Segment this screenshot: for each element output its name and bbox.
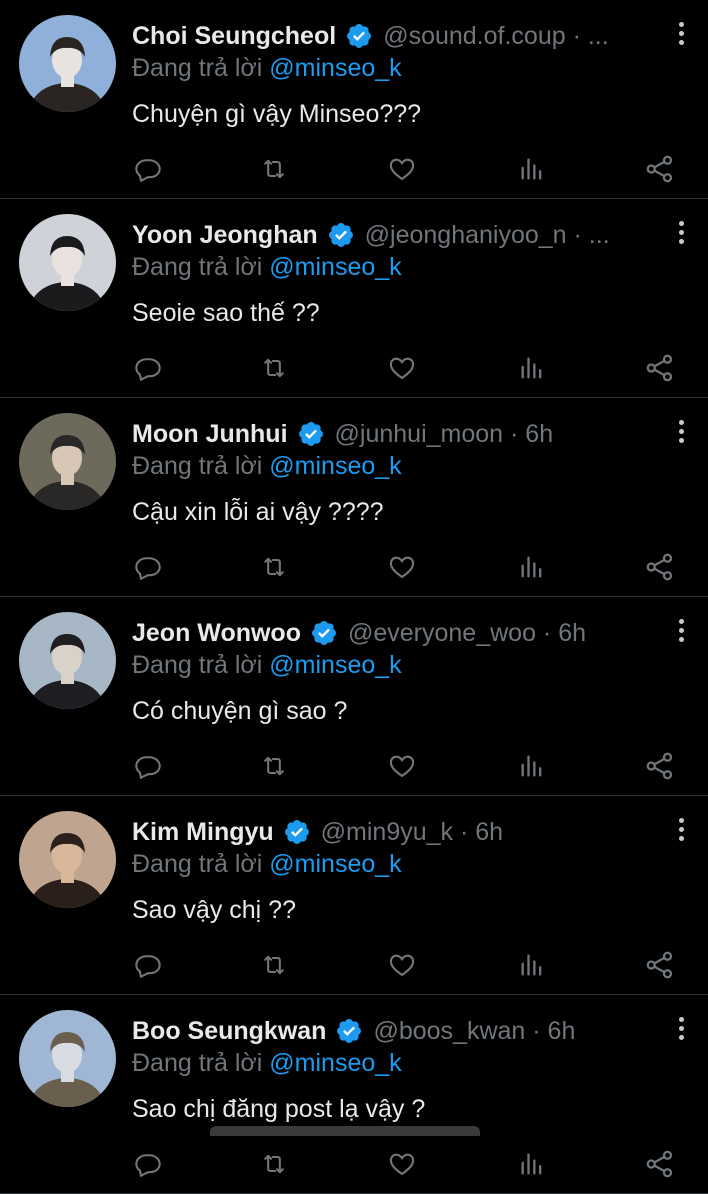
replying-label: Đang trả lời <box>132 651 263 679</box>
analytics-icon[interactable] <box>516 352 548 384</box>
retweet-icon[interactable] <box>258 551 290 583</box>
reply-icon[interactable] <box>132 153 164 185</box>
more-options-icon[interactable] <box>676 22 686 46</box>
reply-text: Cậu xin lỗi ai vậy ???? <box>132 498 384 526</box>
more-options-icon[interactable] <box>676 818 686 842</box>
more-options-icon[interactable] <box>676 420 686 444</box>
replying-to: Đang trả lời @minseo_k <box>132 850 402 879</box>
author-name[interactable]: Moon Junhui <box>132 420 288 449</box>
retweet-icon[interactable] <box>258 949 290 981</box>
avatar[interactable] <box>19 612 116 709</box>
verified-badge-icon <box>297 420 325 448</box>
mention-link[interactable]: @minseo_k <box>269 54 401 82</box>
author-handle[interactable]: @boos_kwan · 6h <box>373 1017 575 1046</box>
like-icon[interactable] <box>386 750 418 782</box>
replying-to: Đang trả lời @minseo_k <box>132 253 402 282</box>
retweet-icon[interactable] <box>258 750 290 782</box>
scroll-indicator[interactable] <box>210 1126 480 1136</box>
like-icon[interactable] <box>386 551 418 583</box>
like-icon[interactable] <box>386 1148 418 1180</box>
mention-link[interactable]: @minseo_k <box>269 253 401 281</box>
author-name[interactable]: Yoon Jeonghan <box>132 221 318 250</box>
retweet-icon[interactable] <box>258 153 290 185</box>
reply-icon[interactable] <box>132 1148 164 1180</box>
share-icon[interactable] <box>644 750 676 782</box>
action-bar <box>132 551 680 585</box>
mention-link[interactable]: @minseo_k <box>269 651 401 679</box>
avatar[interactable] <box>19 413 116 510</box>
share-icon[interactable] <box>644 352 676 384</box>
reply-feed: Choi Seungcheol @sound.of.coup · ... Đan… <box>0 0 708 1194</box>
more-options-icon[interactable] <box>676 1017 686 1041</box>
share-icon[interactable] <box>644 949 676 981</box>
analytics-icon[interactable] <box>516 750 548 782</box>
reply-text: Sao vậy chị ?? <box>132 896 296 924</box>
verified-badge-icon <box>345 22 373 50</box>
mention-link[interactable]: @minseo_k <box>269 452 401 480</box>
like-icon[interactable] <box>386 153 418 185</box>
author-handle[interactable]: @jeonghaniyoo_n · ... <box>365 221 610 250</box>
action-bar <box>132 153 680 187</box>
author-handle[interactable]: @everyone_woo · 6h <box>348 619 586 648</box>
like-icon[interactable] <box>386 352 418 384</box>
replying-to: Đang trả lời @minseo_k <box>132 54 402 83</box>
reply-tweet[interactable]: Boo Seungkwan @boos_kwan · 6h Đang trả l… <box>0 995 708 1194</box>
replying-to: Đang trả lời @minseo_k <box>132 651 402 680</box>
retweet-icon[interactable] <box>258 352 290 384</box>
author-name[interactable]: Choi Seungcheol <box>132 22 336 51</box>
analytics-icon[interactable] <box>516 551 548 583</box>
replying-label: Đang trả lời <box>132 54 263 82</box>
verified-badge-icon <box>283 818 311 846</box>
verified-badge-icon <box>335 1017 363 1045</box>
author-handle[interactable]: @junhui_moon · 6h <box>335 420 554 449</box>
reply-icon[interactable] <box>132 352 164 384</box>
mention-link[interactable]: @minseo_k <box>269 1049 401 1077</box>
action-bar <box>132 352 680 386</box>
replying-label: Đang trả lời <box>132 850 263 878</box>
mention-link[interactable]: @minseo_k <box>269 850 401 878</box>
replying-label: Đang trả lời <box>132 452 263 480</box>
action-bar <box>132 1148 680 1182</box>
author-name[interactable]: Boo Seungkwan <box>132 1017 326 1046</box>
author-handle[interactable]: @sound.of.coup · ... <box>383 22 609 51</box>
share-icon[interactable] <box>644 1148 676 1180</box>
share-icon[interactable] <box>644 551 676 583</box>
action-bar <box>132 949 680 983</box>
more-options-icon[interactable] <box>676 619 686 643</box>
reply-text: Sao chị đăng post lạ vậy ? <box>132 1095 426 1123</box>
avatar[interactable] <box>19 811 116 908</box>
more-options-icon[interactable] <box>676 221 686 245</box>
avatar[interactable] <box>19 1010 116 1107</box>
reply-tweet[interactable]: Jeon Wonwoo @everyone_woo · 6h Đang trả … <box>0 597 708 796</box>
reply-tweet[interactable]: Yoon Jeonghan @jeonghaniyoo_n · ... Đang… <box>0 199 708 398</box>
reply-text: Chuyện gì vậy Minseo??? <box>132 100 422 128</box>
like-icon[interactable] <box>386 949 418 981</box>
replying-to: Đang trả lời @minseo_k <box>132 1049 402 1078</box>
verified-badge-icon <box>327 221 355 249</box>
analytics-icon[interactable] <box>516 1148 548 1180</box>
reply-icon[interactable] <box>132 551 164 583</box>
replying-to: Đang trả lời @minseo_k <box>132 452 402 481</box>
retweet-icon[interactable] <box>258 1148 290 1180</box>
author-name[interactable]: Kim Mingyu <box>132 818 274 847</box>
action-bar <box>132 750 680 784</box>
analytics-icon[interactable] <box>516 949 548 981</box>
share-icon[interactable] <box>644 153 676 185</box>
verified-badge-icon <box>310 619 338 647</box>
reply-text: Có chuyện gì sao ? <box>132 697 348 725</box>
author-name[interactable]: Jeon Wonwoo <box>132 619 301 648</box>
replying-label: Đang trả lời <box>132 1049 263 1077</box>
author-handle[interactable]: @min9yu_k · 6h <box>321 818 503 847</box>
replying-label: Đang trả lời <box>132 253 263 281</box>
reply-icon[interactable] <box>132 750 164 782</box>
reply-text: Seoie sao thế ?? <box>132 299 320 327</box>
reply-tweet[interactable]: Kim Mingyu @min9yu_k · 6h Đang trả lời @… <box>0 796 708 995</box>
reply-tweet[interactable]: Choi Seungcheol @sound.of.coup · ... Đan… <box>0 0 708 199</box>
analytics-icon[interactable] <box>516 153 548 185</box>
reply-tweet[interactable]: Moon Junhui @junhui_moon · 6h Đang trả l… <box>0 398 708 597</box>
avatar[interactable] <box>19 15 116 112</box>
avatar[interactable] <box>19 214 116 311</box>
reply-icon[interactable] <box>132 949 164 981</box>
